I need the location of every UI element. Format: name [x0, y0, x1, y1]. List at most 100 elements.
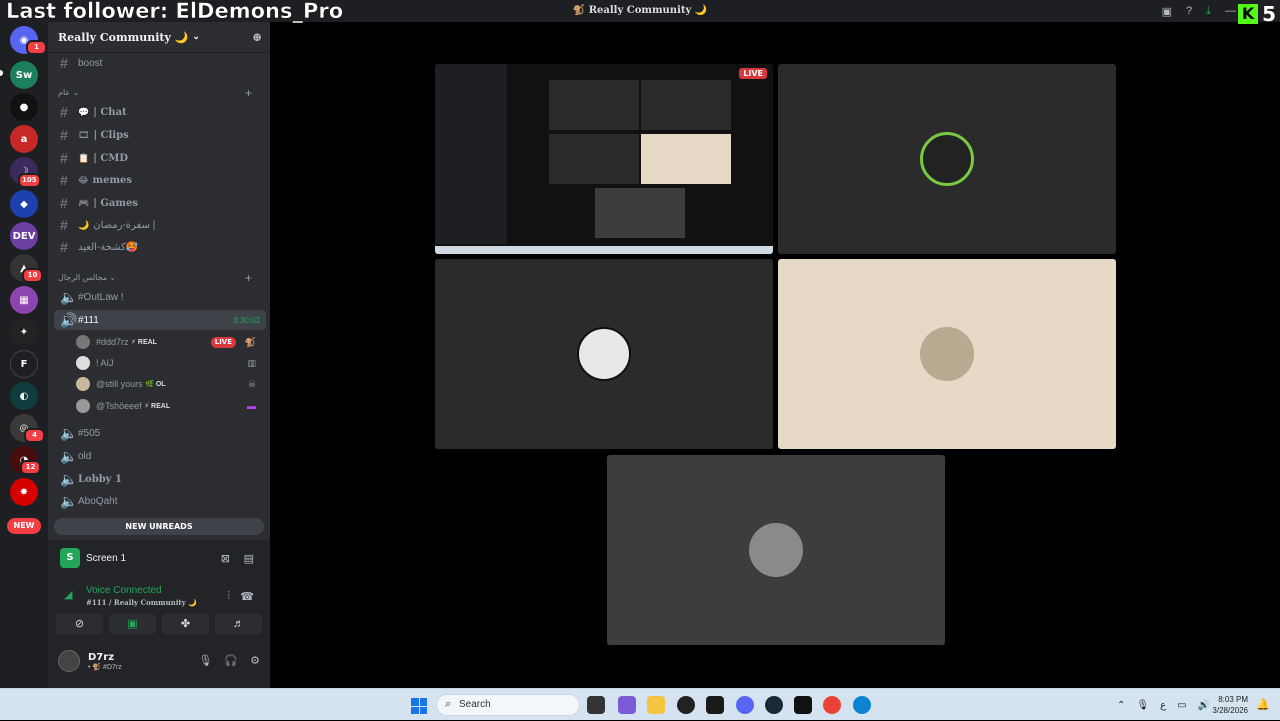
channel-chat[interactable]: # 💬 | Chat — [54, 102, 266, 122]
category-voice[interactable]: مجالس الرجال ⌄ + — [58, 271, 252, 285]
laugh-emoji-icon: 😂 — [78, 174, 89, 185]
voice-channel-111[interactable]: 🔊 #111 3:30:03 — [54, 310, 266, 330]
hash-icon: # — [60, 150, 68, 166]
channel-boost[interactable]: # boost — [54, 53, 266, 73]
voice-user-3[interactable]: @still yours 🌿 OL ☠ — [76, 374, 262, 394]
popout-icon[interactable]: ▤ — [244, 552, 254, 565]
windows-start-icon[interactable] — [411, 698, 427, 714]
steam-icon[interactable] — [765, 696, 783, 714]
signal-icon[interactable]: ◢ — [64, 588, 72, 601]
moon-icon: 🌙 — [78, 219, 90, 230]
avatar — [76, 356, 90, 370]
server-icon-10[interactable]: F — [10, 350, 38, 378]
user-area[interactable]: D7rz • 🐒 #D7rz — [58, 650, 122, 672]
edge-icon[interactable] — [853, 696, 871, 714]
server-icon-sw[interactable]: Sw — [10, 61, 38, 89]
server-icon-8[interactable]: ▦ — [10, 286, 38, 314]
voice-channel-outlaw[interactable]: 🔈 #OutLaw ! — [54, 287, 266, 307]
activity-icon: ▥ — [247, 357, 256, 368]
skull-icon: ☠ — [247, 378, 256, 389]
stream-settings-icon[interactable]: ⊠ — [221, 552, 230, 565]
voice-channel-path: #111 / Really Community 🌙 — [86, 598, 197, 607]
add-channel-icon[interactable]: + — [245, 86, 252, 100]
category-general[interactable]: عام ⌄ + — [58, 86, 252, 100]
server-icon-3[interactable]: a — [10, 125, 38, 153]
stream-preview[interactable]: S Screen 1 — [60, 548, 126, 568]
soundboard-icon[interactable]: ♬ — [215, 614, 262, 634]
chrome-icon[interactable] — [823, 696, 841, 714]
hash-icon: # — [60, 239, 68, 255]
voice-stage: LIVE — [270, 22, 1280, 688]
download-icon[interactable]: ⤓ — [1206, 5, 1211, 18]
avatar — [577, 327, 631, 381]
voice-channel-aboqaht[interactable]: 🔈 AboQaht — [54, 491, 266, 511]
microphone-icon[interactable]: 🎙 — [198, 654, 212, 667]
voice-channel-old[interactable]: 🔈 old — [54, 446, 266, 466]
avatar — [58, 650, 80, 672]
server-icon-11[interactable]: ◐ — [10, 382, 38, 410]
stream-inner-tile — [641, 80, 731, 130]
help-icon[interactable]: ? — [1186, 5, 1192, 17]
server-icon-9[interactable]: ✦ — [10, 318, 38, 346]
avatar — [76, 399, 90, 413]
channel-memes[interactable]: # 😂 memes — [54, 170, 266, 190]
participant-tile[interactable] — [778, 64, 1116, 254]
language-indicator[interactable]: ع — [1160, 700, 1166, 711]
participant-tile[interactable] — [607, 455, 945, 645]
terminal-icon[interactable] — [706, 696, 724, 714]
channel-games[interactable]: # 🎮 | Games — [54, 193, 266, 213]
new-servers-badge[interactable]: NEW — [7, 518, 41, 534]
obs-icon[interactable] — [677, 696, 695, 714]
participant-tile[interactable] — [435, 259, 773, 449]
volume-icon[interactable]: 🔊 — [1198, 700, 1210, 711]
voice-user-4[interactable]: @Tshöeeef ⚡ REAL ▬ — [76, 396, 262, 416]
taskbar-search[interactable]: ⌕ Search — [436, 694, 580, 716]
notification-icon[interactable]: 🔔 — [1256, 698, 1270, 711]
clock-date: 3/28/2026 — [1212, 706, 1248, 715]
live-badge: LIVE — [210, 336, 236, 348]
voice-user-1[interactable]: #ddd7rz ⚡ REAL LIVE 🐒 — [76, 332, 262, 352]
voice-channel-lobby[interactable]: 🔈 Lobby 1 — [54, 469, 266, 489]
new-unreads-button[interactable]: NEW UNREADS — [54, 518, 264, 535]
server-icon-2[interactable]: ● — [10, 93, 38, 121]
channel-clips[interactable]: # 🎞 | Clips — [54, 125, 266, 145]
server-header[interactable]: Really Community 🌙 ⌄ ⊕ — [48, 22, 270, 53]
clock[interactable]: 8:03 PM 3/28/2026 — [1212, 694, 1248, 716]
voice-controls: ⊘ ▣ ✤ ♬ — [56, 614, 262, 634]
activities-icon[interactable]: ✤ — [162, 614, 209, 634]
voice-channel-505[interactable]: 🔈 #505 — [54, 423, 266, 443]
channel-kashta[interactable]: # كشخة-العيد🥵 — [54, 237, 266, 257]
voice-timer: 3:30:03 — [233, 315, 260, 325]
invite-people-icon[interactable]: ⊕ — [252, 30, 262, 44]
server-badge-12: 12 — [20, 460, 41, 475]
minimize-icon[interactable]: — — [1225, 5, 1236, 17]
camera-off-icon[interactable]: ⊘ — [56, 614, 103, 634]
channel-ramadan[interactable]: # 🌙 سفرة-رمضان | — [54, 215, 266, 235]
server-icon-14[interactable]: ✸ — [10, 478, 38, 506]
clipboard-icon: 📋 — [78, 152, 90, 163]
add-channel-icon[interactable]: + — [245, 271, 252, 285]
app-icon[interactable] — [794, 696, 812, 714]
user-controls: 🎙 🎧 ⚙ — [198, 654, 260, 667]
task-view-icon[interactable] — [587, 696, 605, 714]
noise-suppression-icon[interactable]: ⫶ — [227, 590, 230, 603]
headphones-icon[interactable]: 🎧 — [224, 654, 238, 667]
chevron-up-icon[interactable]: ⌃ — [1117, 700, 1125, 711]
voice-user-2[interactable]: ! AIJ ▥ — [76, 353, 262, 373]
copilot-icon[interactable] — [618, 696, 636, 714]
gamepad-icon: 🎮 — [78, 197, 90, 208]
server-icon-dev[interactable]: DEV — [10, 222, 38, 250]
windows-taskbar: ⌕ Search ⌃ 🎙 ع ▭ 🔊 8:03 PM 3/28/2026 🔔 — [0, 688, 1280, 720]
gear-icon[interactable]: ⚙ — [250, 654, 260, 667]
stream-tile[interactable]: LIVE — [435, 64, 773, 254]
microphone-icon[interactable]: 🎙 — [1136, 700, 1149, 711]
screen-share-icon[interactable]: ▣ — [109, 614, 156, 634]
disconnect-icon[interactable]: ☎ — [240, 590, 254, 603]
discord-taskbar-icon[interactable] — [736, 696, 754, 714]
participant-tile[interactable] — [778, 259, 1116, 449]
server-icon-5[interactable]: ◆ — [10, 190, 38, 218]
channel-cmd[interactable]: # 📋 | CMD — [54, 148, 266, 168]
inbox-icon[interactable]: ▣ — [1162, 5, 1172, 18]
network-icon[interactable]: ▭ — [1177, 700, 1186, 711]
file-explorer-icon[interactable] — [647, 696, 665, 714]
